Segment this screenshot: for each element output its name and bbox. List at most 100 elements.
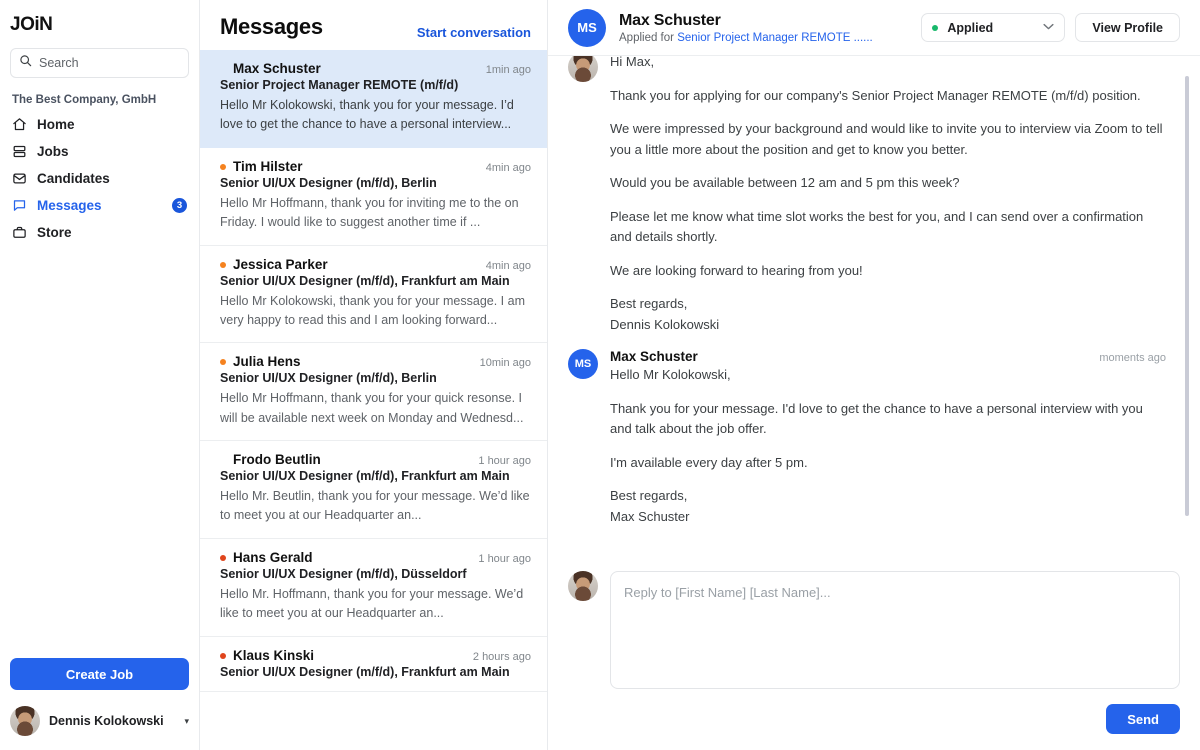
conversation-time: 2 hours ago [472,650,531,663]
conversation-role: Senior UI/UX Designer (m/f/d), Berlin [220,175,437,190]
send-button[interactable]: Send [1106,704,1180,734]
conversation-role: Senior UI/UX Designer (m/f/d), Frankfurt… [220,469,510,483]
conversation-preview: Hello Mr. Hoffmann, thank you for your m… [220,586,524,621]
home-icon [12,117,27,132]
conversation-list-header: Messages Start conversation [200,0,547,50]
conversation-name: Julia Hens [233,354,301,370]
candidate-name: Max Schuster [619,11,721,29]
message-paragraph: I'm available every day after 5 pm. [610,454,808,470]
sidebar-item-label: Candidates [37,171,110,186]
status-dropdown[interactable]: Applied [921,13,1066,42]
messages-unread-badge: 3 [172,198,187,213]
applied-for-prefix: Applied for [619,31,674,44]
conversation-name: Tim Hilster [233,158,303,174]
conversation-preview: Hello Mr Hoffmann, thank you for invitin… [220,195,519,230]
conversation-name: Max Schuster [233,61,321,76]
conversation-name: Jessica Parker [233,256,328,272]
unread-dot [220,359,226,366]
chevron-down-icon[interactable]: ▾ [184,716,189,727]
reply-input[interactable] [610,571,1180,689]
message-avatar-wrap [568,56,598,335]
search-container [0,36,199,78]
status-badge [932,24,939,31]
conversation-item-jessica-parker[interactable]: Jessica Parker 4min ago Senior UI/UX Des… [200,246,547,344]
sidebar-item-home[interactable]: Home [0,111,199,138]
conversation-item-tim-hilster[interactable]: Tim Hilster 4min ago Senior UI/UX Design… [200,148,547,246]
sidebar-nav: Home Jobs Candidates Messages 3 Store [0,111,199,246]
avatar [568,56,598,82]
conversation-list: Messages Start conversation Max Schuster… [200,0,548,750]
sidebar-item-jobs[interactable]: Jobs [0,138,199,165]
avatar [10,706,40,736]
start-conversation-button[interactable]: Start conversation [417,25,531,40]
avatar: MS [568,8,606,47]
create-job-button[interactable]: Create Job [10,658,189,690]
message-paragraph: Would you be available between 12 am and… [610,175,960,191]
thread-scrollbar[interactable] [1185,76,1189,516]
conversation-preview: Hello Mr. Beutlin, thank you for your me… [220,489,530,523]
message-signature: Max Schuster [610,508,690,524]
sidebar-item-label: Home [37,117,75,132]
unread-dot [220,163,226,170]
conversation-preview: Hello Mr Kolokowski, thank you for your … [220,293,525,327]
message-paragraph: Thank you for applying for our company's… [610,87,1141,103]
message-signoff: Best regards, [610,488,688,504]
message-content: Max Schuster moments ago Hello Mr Koloko… [598,349,1180,527]
message-avatar-wrap: MS [568,349,598,527]
thread-header: MS Max Schuster Applied for Senior Proje… [548,0,1200,56]
avatar: MS [568,349,598,380]
message-dennis-kolokowski: Hi Max, Thank you for applying for our c… [568,56,1180,335]
sidebar-item-label: Jobs [37,144,69,159]
job-link[interactable]: Senior Project Manager REMOTE ...... [677,32,873,44]
conversation-name: Hans Gerald [233,549,313,565]
chevron-down-icon[interactable] [1043,22,1054,33]
sidebar-footer: Create Job Dennis Kolokowski ▾ [0,658,199,750]
candidates-icon [12,171,27,186]
unread-dot [220,554,226,561]
conversation-role: Senior Project Manager REMOTE (m/f/d) [220,78,459,92]
sidebar-item-label: Store [37,225,72,240]
conversation-preview: Hello Mr Kolokowski, thank you for your … [220,98,514,132]
thread-header-text: Max Schuster Applied for Senior Project … [619,12,873,44]
message-paragraph: We are looking forward to hearing from y… [610,262,863,278]
unread-dot [220,261,226,268]
message-max-schuster: MS Max Schuster moments ago Hello Mr Kol… [568,335,1180,527]
composer-avatar-wrap [568,571,598,734]
conversation-item-frodo-beutlin[interactable]: Frodo Beutlin 1 hour ago Senior UI/UX De… [200,441,547,539]
sidebar-item-label: Messages [37,198,102,213]
view-profile-button[interactable]: View Profile [1075,13,1180,42]
message-content: Hi Max, Thank you for applying for our c… [598,56,1180,335]
app-root: JOiN The Best Company, GmbH Home [0,0,1200,750]
search-box[interactable] [10,48,189,78]
conversation-time: 1min ago [485,64,531,76]
conversation-item-hans-gerald[interactable]: Hans Gerald 1 hour ago Senior UI/UX Desi… [200,539,547,637]
message-paragraph: Hello Mr Kolokowski, [610,367,731,383]
conversation-role: Senior UI/UX Designer (m/f/d), Frankfurt… [220,664,510,679]
reply-composer: Send [548,557,1200,750]
unread-dot [220,652,226,659]
search-input[interactable] [39,56,180,70]
user-menu[interactable]: Dennis Kolokowski ▾ [10,706,189,736]
app-logo: JOiN [10,14,53,35]
sidebar-item-candidates[interactable]: Candidates [0,165,199,192]
store-icon [12,225,27,240]
sidebar: JOiN The Best Company, GmbH Home [0,0,200,750]
sidebar-item-store[interactable]: Store [0,219,199,246]
message-meta: Max Schuster moments ago [610,349,1166,364]
conversation-items: Max Schuster 1min ago Senior Project Man… [200,50,547,750]
conversation-role: Senior UI/UX Designer (m/f/d), Berlin [220,371,437,386]
thread-header-actions: Applied View Profile [921,13,1180,42]
sidebar-item-messages[interactable]: Messages 3 [0,192,199,219]
conversation-item-max-schuster[interactable]: Max Schuster 1min ago Senior Project Man… [200,50,547,148]
thread-body[interactable]: Hi Max, Thank you for applying for our c… [548,56,1200,557]
conversation-name: Klaus Kinski [233,647,315,663]
status-label: Applied [947,20,994,35]
messages-icon [12,198,27,213]
conversation-item-klaus-kinski[interactable]: Klaus Kinski 2 hours ago Senior UI/UX De… [200,637,547,692]
message-paragraph: Thank you for your message. I'd love to … [610,400,1143,437]
conversation-time: 4min ago [485,161,531,174]
page-title: Messages [220,14,323,39]
message-signoff: Best regards, [610,296,688,312]
company-label: The Best Company, GmbH [12,94,157,106]
conversation-item-julia-hens[interactable]: Julia Hens 10min ago Senior UI/UX Design… [200,343,547,441]
